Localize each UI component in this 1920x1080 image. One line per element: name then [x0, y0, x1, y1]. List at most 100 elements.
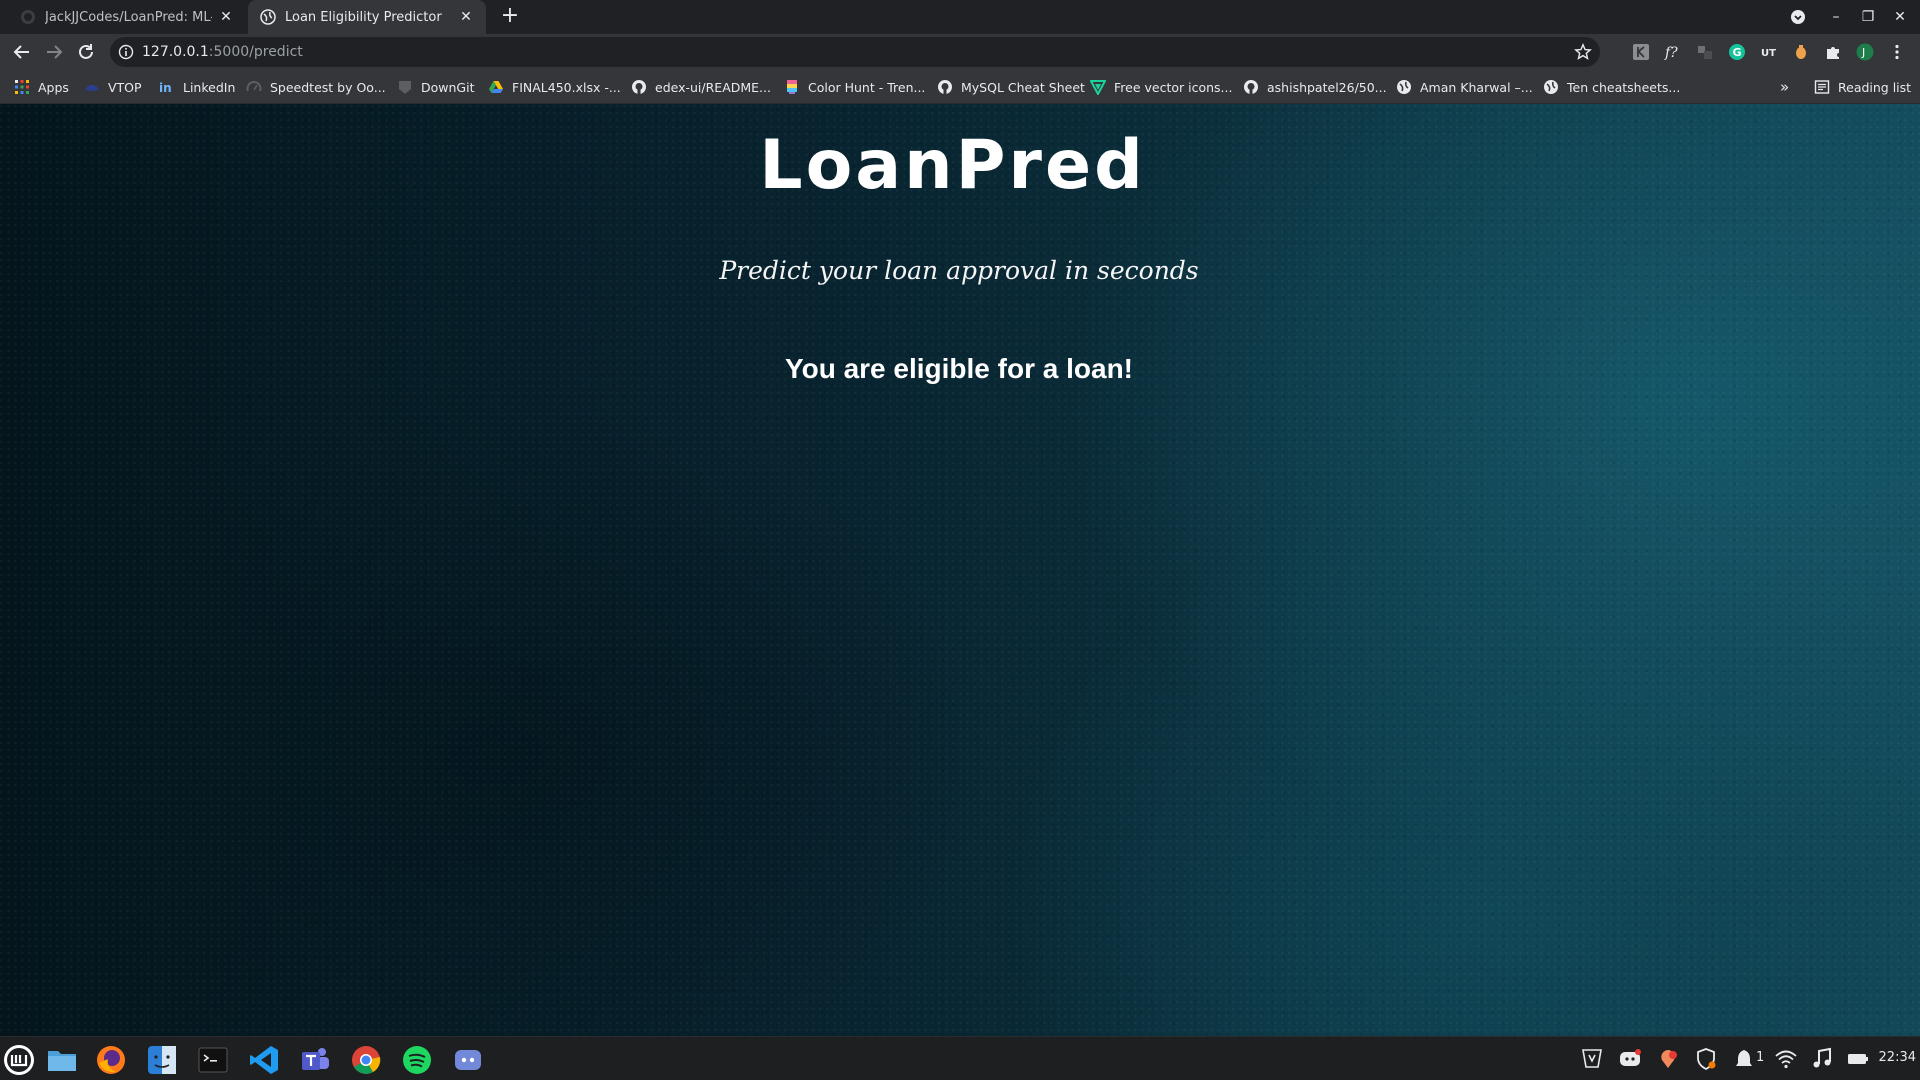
wifi-icon[interactable]: [1774, 1047, 1798, 1071]
site-info-icon[interactable]: [118, 44, 134, 60]
google-drive-icon: [489, 81, 503, 93]
extensions-puzzle-icon[interactable]: [1824, 43, 1842, 61]
downgit-icon: [399, 81, 411, 94]
bookmark-label: Free vector icons...: [1114, 79, 1233, 95]
teams-icon[interactable]: [298, 1043, 332, 1077]
address-bar[interactable]: 127.0.0.1:5000/predict: [110, 37, 1600, 67]
tab-title: JackJJCodes/LoanPred: ML-b: [45, 9, 212, 25]
page-content: LoanPred Predict your loan approval in s…: [0, 104, 1920, 1036]
files-icon[interactable]: [45, 1043, 79, 1077]
update-manager-icon[interactable]: [1656, 1047, 1680, 1071]
tab-strip: JackJJCodes/LoanPred: ML-b ✕ Loan Eligib…: [0, 0, 1920, 34]
mint-menu-icon[interactable]: [2, 1043, 36, 1077]
bookmark-label: MySQL Cheat Sheet: [961, 79, 1085, 95]
bookmark-label: VTOP: [108, 79, 142, 95]
bookmark-edex-ui[interactable]: edex-ui/README...: [631, 78, 771, 96]
close-window-icon[interactable]: ✕: [1888, 5, 1912, 29]
svg-text:G: G: [1733, 46, 1742, 59]
svg-text:in: in: [159, 81, 172, 95]
svg-text:f?: f?: [1664, 45, 1678, 61]
bookmark-final450[interactable]: FINAL450.xlsx -...: [488, 78, 621, 96]
menu-kebab-icon[interactable]: [1888, 43, 1906, 61]
vector-icon: [1090, 80, 1106, 95]
bookmark-downgit[interactable]: DownGit: [397, 78, 474, 96]
tab-loan-predictor[interactable]: Loan Eligibility Predictor ✕: [248, 0, 486, 34]
colorhunt-icon: [787, 80, 797, 94]
bookmark-aman-kharwal[interactable]: Aman Kharwal –...: [1396, 78, 1533, 96]
bookmark-label: Color Hunt - Tren...: [808, 79, 926, 95]
battery-icon[interactable]: [1846, 1047, 1870, 1071]
vscode-icon[interactable]: [247, 1043, 281, 1077]
minimize-icon[interactable]: –: [1824, 5, 1848, 29]
globe-icon: [1397, 80, 1411, 94]
bookmark-label: Apps: [38, 79, 69, 95]
url-path: :5000/predict: [208, 44, 303, 60]
brand-title: LoanPred: [759, 126, 1146, 205]
speedtest-icon: [246, 81, 262, 92]
apps-grid-icon: [15, 80, 29, 94]
bookmark-label: DownGit: [421, 79, 475, 95]
discord-tray-icon[interactable]: [1618, 1047, 1642, 1071]
extension-translate-icon[interactable]: [1696, 43, 1714, 61]
bookmark-linkedin[interactable]: in LinkedIn: [159, 78, 235, 96]
bookmark-label: Speedtest by Oo...: [270, 79, 386, 95]
extension-formula-icon[interactable]: f?: [1664, 43, 1682, 61]
bookmark-star-icon[interactable]: [1574, 43, 1592, 61]
finder-icon[interactable]: [145, 1043, 179, 1077]
bookmark-vtop[interactable]: VTOP: [84, 78, 142, 96]
chrome-icon[interactable]: [349, 1043, 383, 1077]
reading-list-label: Reading list: [1838, 79, 1912, 95]
github-icon: [938, 80, 952, 94]
bookmark-mysql-cheat-sheet[interactable]: MySQL Cheat Sheet: [937, 78, 1085, 96]
background-texture: [0, 104, 1920, 1036]
bookmark-apps[interactable]: Apps: [14, 78, 69, 96]
extension-ut-icon[interactable]: UT: [1760, 43, 1778, 61]
bookmark-free-vector-icons[interactable]: Free vector icons...: [1090, 78, 1232, 96]
clock[interactable]: 22:34: [1879, 1050, 1916, 1065]
terminal-icon[interactable]: [196, 1043, 230, 1077]
forward-arrow-icon[interactable]: [42, 40, 66, 64]
bookmark-color-hunt[interactable]: Color Hunt - Tren...: [784, 78, 925, 96]
prediction-result: You are eligible for a loan!: [785, 353, 1133, 384]
grammarly-icon[interactable]: G: [1728, 43, 1746, 61]
globe-icon: [1544, 80, 1558, 94]
url-text: 127.0.0.1:5000/predict: [142, 44, 303, 60]
security-shield-icon[interactable]: [1694, 1047, 1718, 1071]
bookmark-label: edex-ui/README...: [655, 79, 771, 95]
github-icon: [1244, 80, 1258, 94]
vtop-icon: [85, 85, 99, 91]
bookmark-speedtest[interactable]: Speedtest by Oo...: [246, 78, 386, 96]
extension-honey-icon[interactable]: [1792, 43, 1810, 61]
back-arrow-icon[interactable]: [10, 40, 34, 64]
extension-k-icon[interactable]: [1632, 43, 1650, 61]
reading-list-icon: [1814, 80, 1830, 94]
tab-close-icon[interactable]: ✕: [218, 9, 234, 25]
bookmark-label: FINAL450.xlsx -...: [512, 79, 621, 95]
music-note-icon[interactable]: [1810, 1047, 1834, 1071]
spotify-icon[interactable]: [400, 1043, 434, 1077]
profile-avatar-icon[interactable]: J: [1856, 43, 1874, 61]
globe-icon: [260, 9, 276, 25]
discord-icon[interactable]: [451, 1043, 485, 1077]
tab-close-icon[interactable]: ✕: [458, 9, 474, 25]
github-icon: [21, 10, 35, 24]
url-host: 127.0.0.1: [142, 44, 209, 60]
reading-list-button[interactable]: Reading list: [1814, 78, 1911, 96]
new-tab-button[interactable]: +: [498, 5, 522, 29]
notifications-icon[interactable]: [1732, 1047, 1756, 1071]
reload-icon[interactable]: [74, 40, 98, 64]
bookmark-ashishpatel[interactable]: ashishpatel26/50...: [1243, 78, 1387, 96]
tab-search-icon[interactable]: [1786, 5, 1810, 29]
linkedin-icon: in: [159, 81, 172, 95]
browser-toolbar: 127.0.0.1:5000/predict f? G UT J: [0, 34, 1920, 70]
svg-text:UT: UT: [1761, 48, 1776, 59]
tab-github[interactable]: JackJJCodes/LoanPred: ML-b ✕: [8, 0, 246, 34]
bookmark-ten-cheatsheets[interactable]: Ten cheatsheets...: [1543, 78, 1680, 96]
firefox-icon[interactable]: [94, 1043, 128, 1077]
bookmark-label: LinkedIn: [183, 79, 236, 95]
taskbar: 1 22:34: [0, 1036, 1920, 1080]
shield-tray-icon[interactable]: [1580, 1047, 1604, 1071]
restore-icon[interactable]: ❐: [1856, 5, 1880, 29]
tab-title: Loan Eligibility Predictor: [285, 9, 442, 25]
bookmarks-overflow-button[interactable]: »: [1780, 78, 1789, 96]
